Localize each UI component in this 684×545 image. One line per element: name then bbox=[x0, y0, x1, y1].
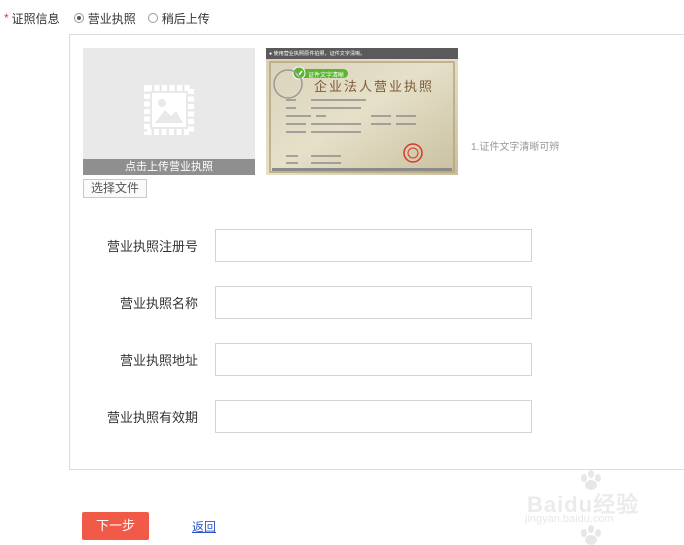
input-validity-period[interactable] bbox=[215, 400, 532, 433]
radio-business-license-label: 营业执照 bbox=[87, 11, 136, 26]
sample-tip-bar: ● 使用营业执照原件拍照，证件文字清晰。 bbox=[269, 51, 366, 57]
cert-info-row: * 证照信息 营业执照 稍后上传 bbox=[4, 9, 222, 27]
form-row-registration-number: 营业执照注册号 bbox=[90, 229, 532, 262]
input-license-address[interactable] bbox=[215, 343, 532, 376]
required-mark: * bbox=[4, 11, 9, 25]
form-row-validity-period: 营业执照有效期 bbox=[90, 400, 532, 433]
upload-license-area[interactable]: 点击上传营业执照 bbox=[83, 48, 255, 175]
cert-info-label: 证照信息 bbox=[11, 11, 60, 26]
label-registration-number: 营业执照注册号 bbox=[106, 239, 198, 254]
sample-license-image: ● 使用营业执照原件拍照，证件文字清晰。 证件文字清晰 企业法人营业执照 bbox=[266, 48, 458, 175]
radio-unchecked-icon[interactable] bbox=[147, 13, 158, 23]
label-license-name: 营业执照名称 bbox=[119, 296, 198, 311]
radio-checked-icon[interactable] bbox=[73, 13, 84, 23]
upload-caption: 点击上传营业执照 bbox=[83, 159, 255, 175]
sample-note: 1.证件文字清晰可辨 bbox=[471, 142, 560, 153]
sample-heading: 企业法人营业执照 bbox=[314, 80, 435, 95]
radio-upload-later-label: 稍后上传 bbox=[161, 11, 210, 26]
label-license-address: 营业执照地址 bbox=[119, 353, 198, 368]
radio-business-license[interactable]: 营业执照 bbox=[73, 10, 136, 27]
radio-upload-later[interactable]: 稍后上传 bbox=[147, 10, 210, 27]
form-row-license-address: 营业执照地址 bbox=[90, 343, 532, 376]
next-step-button[interactable]: 下一步 bbox=[82, 512, 149, 540]
label-validity-period: 营业执照有效期 bbox=[106, 410, 198, 425]
back-link[interactable]: 返回 bbox=[192, 518, 216, 535]
watermark-url: jingyan.baidu.com bbox=[525, 513, 614, 525]
image-placeholder-icon bbox=[144, 85, 194, 138]
input-registration-number[interactable] bbox=[215, 229, 532, 262]
input-license-name[interactable] bbox=[215, 286, 532, 319]
form-row-license-name: 营业执照名称 bbox=[90, 286, 532, 319]
baidu-watermark: Baidu经验 jingyan.baidu.com bbox=[520, 470, 680, 545]
choose-file-button[interactable]: 选择文件 bbox=[83, 179, 147, 198]
